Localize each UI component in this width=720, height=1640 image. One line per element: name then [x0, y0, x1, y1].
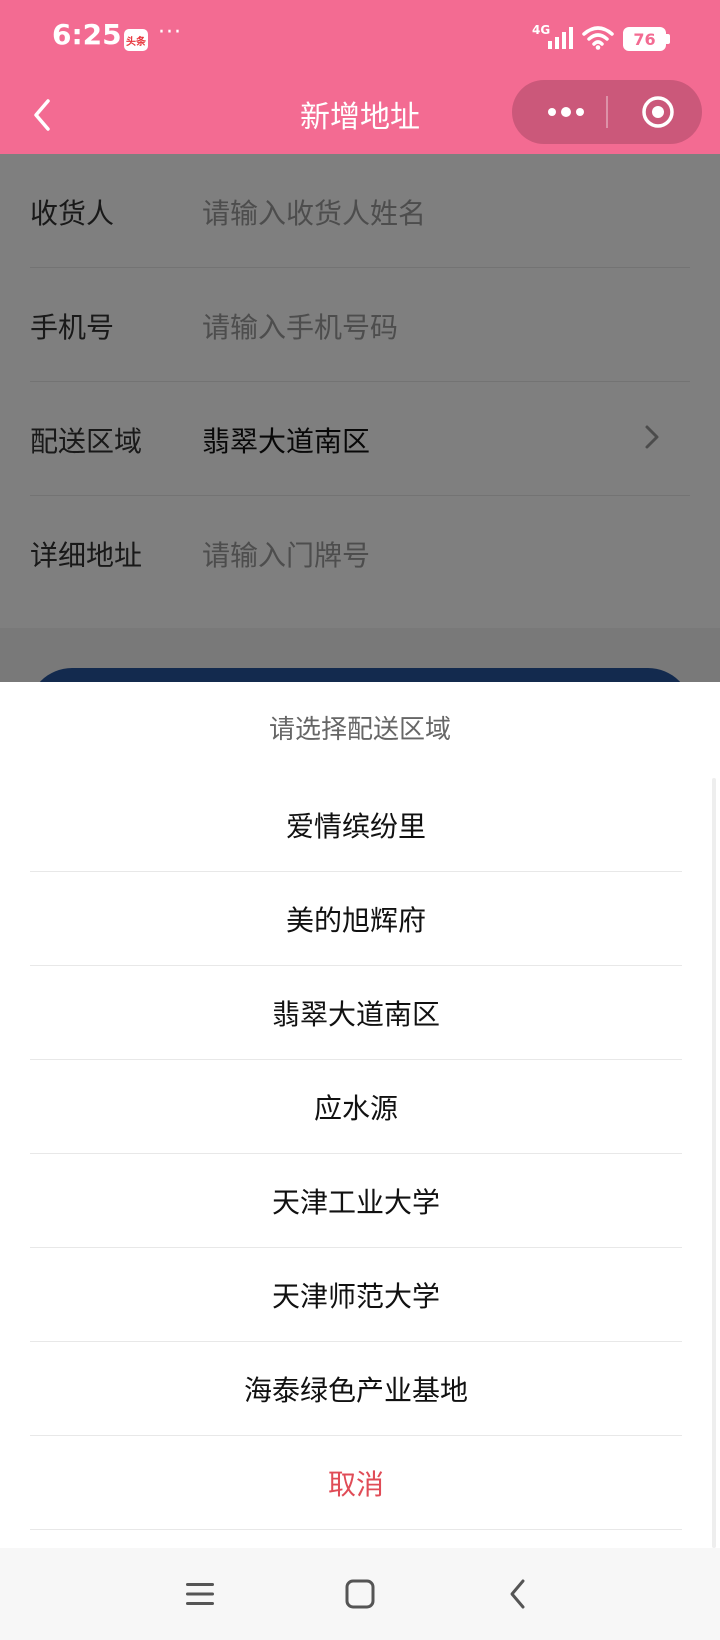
close-miniapp-button[interactable] — [628, 80, 688, 144]
home-button[interactable] — [335, 1570, 385, 1618]
system-back-button[interactable] — [493, 1570, 543, 1618]
more-dots-icon — [548, 107, 584, 117]
home-square-icon — [345, 1579, 375, 1609]
area-option[interactable]: 应水源 — [30, 1060, 682, 1154]
delivery-area-sheet: 请选择配送区域 爱情缤纷里 美的旭辉府 翡翠大道南区 应水源 天津工业大学 天津… — [0, 682, 720, 1548]
toutiao-app-icon: 头条 — [124, 29, 148, 51]
miniapp-capsule — [512, 80, 702, 144]
area-option[interactable]: 海泰绿色产业基地 — [30, 1342, 682, 1436]
area-option[interactable]: 爱情缤纷里 — [30, 778, 682, 872]
status-bar: 6:25 头条 ··· 4G 76 — [0, 0, 720, 78]
sheet-scrollbar[interactable] — [712, 778, 716, 1548]
battery-indicator: 76 — [623, 27, 666, 51]
battery-tip — [666, 34, 670, 44]
system-nav-bar — [0, 1548, 720, 1640]
menu-icon — [186, 1583, 214, 1605]
status-more-dots: ··· — [158, 20, 182, 45]
modal-overlay[interactable] — [0, 154, 720, 682]
cancel-button[interactable]: 取消 — [30, 1436, 682, 1530]
status-time: 6:25 — [52, 18, 122, 51]
area-option[interactable]: 天津师范大学 — [30, 1248, 682, 1342]
recent-apps-button[interactable] — [175, 1570, 225, 1618]
target-icon — [642, 96, 674, 128]
capsule-divider — [606, 96, 608, 128]
area-option[interactable]: 翡翠大道南区 — [30, 966, 682, 1060]
back-chevron-icon — [510, 1579, 525, 1609]
header-bar: 新增地址 — [0, 78, 720, 154]
sheet-title: 请选择配送区域 — [268, 715, 451, 745]
area-option[interactable]: 天津工业大学 — [30, 1154, 682, 1248]
more-button[interactable] — [536, 80, 596, 144]
area-option[interactable]: 美的旭辉府 — [30, 872, 682, 966]
wifi-icon — [582, 26, 614, 50]
signal-icon — [548, 27, 573, 49]
